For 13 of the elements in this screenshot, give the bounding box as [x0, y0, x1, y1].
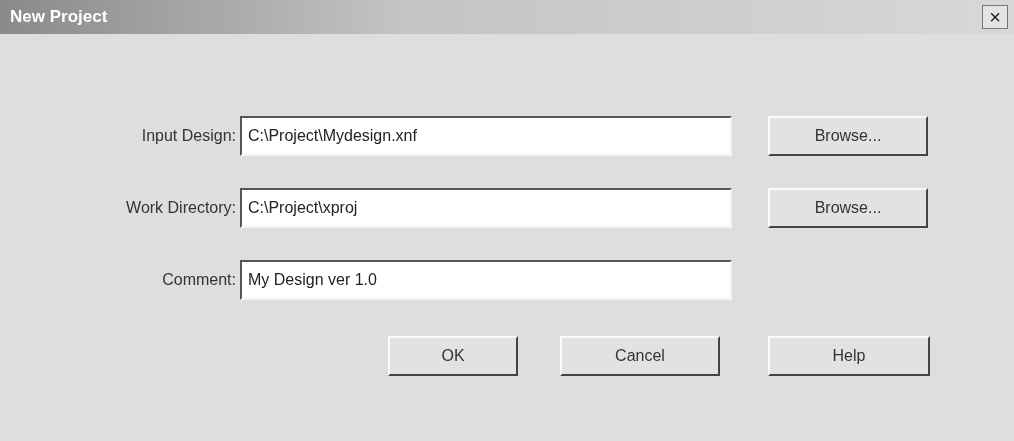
browse-button[interactable]: Browse... [768, 188, 928, 228]
dialog-button[interactable]: Cancel [560, 336, 720, 376]
window-title: New Project [10, 7, 108, 27]
input-field[interactable]: C:\Project\xproj [240, 188, 732, 228]
dialog-button[interactable]: Help [768, 336, 930, 376]
input-field[interactable]: C:\Project\Mydesign.xnf [240, 116, 732, 156]
browse-button[interactable]: Browse... [768, 116, 928, 156]
input-field[interactable]: My Design ver 1.0 [240, 260, 732, 300]
dialog-button[interactable]: OK [388, 336, 518, 376]
close-button[interactable]: × [982, 5, 1008, 29]
field-label: Work Directory: [125, 199, 237, 217]
field-label: Comment: [161, 271, 237, 289]
field-label: Input Design: [140, 127, 237, 145]
